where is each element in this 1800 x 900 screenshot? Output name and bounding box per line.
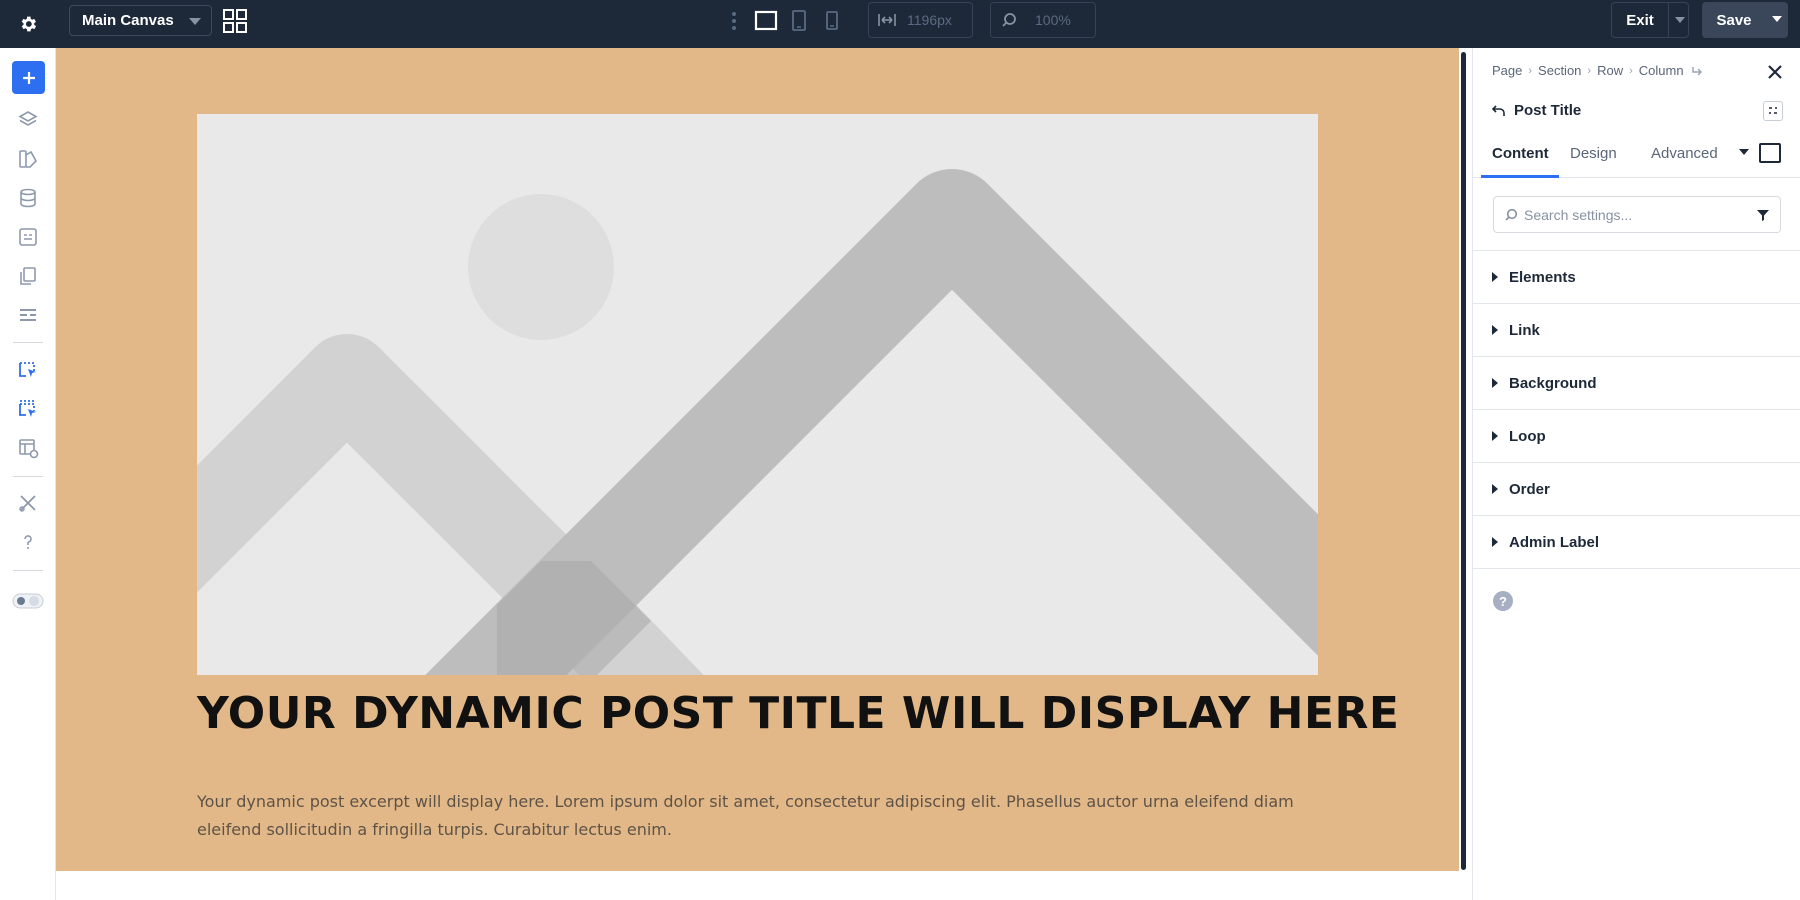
tab-content[interactable]: Content <box>1492 128 1549 178</box>
settings-search-input[interactable] <box>1524 199 1744 230</box>
desktop-view-icon[interactable] <box>754 8 778 34</box>
plus-icon <box>22 71 35 84</box>
save-button-group: Save <box>1702 2 1788 38</box>
tab-dropdown-caret-icon[interactable] <box>1739 149 1749 155</box>
canvas-select-label: Main Canvas <box>82 12 174 29</box>
canvas-select-dropdown[interactable]: Main Canvas <box>69 5 212 36</box>
settings-tabs: Content Design Advanced <box>1481 128 1800 178</box>
help-circle-icon[interactable]: ? <box>1493 591 1513 611</box>
filter-icon[interactable] <box>1756 208 1770 222</box>
save-button[interactable]: Save <box>1702 2 1766 38</box>
settings-group-label: Order <box>1509 480 1550 498</box>
sidebar-divider <box>13 570 43 571</box>
chevron-right-icon: › <box>1587 64 1592 77</box>
database-icon[interactable] <box>16 186 40 210</box>
caret-right-icon <box>1492 378 1498 388</box>
chevron-right-icon: › <box>1528 64 1533 77</box>
module-header: Post Title <box>1492 102 1581 119</box>
page-settings-icon[interactable] <box>16 436 40 460</box>
module-title: Post Title <box>1514 102 1582 119</box>
save-dropdown-toggle[interactable] <box>1766 2 1788 38</box>
settings-group-elements[interactable]: Elements <box>1473 251 1800 304</box>
sidebar-divider <box>13 476 43 477</box>
gear-icon <box>21 16 37 32</box>
settings-gear-button[interactable] <box>0 0 56 48</box>
settings-group-link[interactable]: Link <box>1473 304 1800 357</box>
zoom-value: 100% <box>1035 12 1071 28</box>
structure-icon[interactable] <box>16 303 40 327</box>
module-settings-panel: Page › Section › Row › Column Post Title… <box>1472 48 1800 900</box>
toggle-switch[interactable] <box>12 589 44 613</box>
help-icon[interactable] <box>16 530 40 554</box>
caret-right-icon <box>1492 325 1498 335</box>
caret-right-icon <box>1492 484 1498 494</box>
search-icon <box>1505 208 1518 221</box>
settings-group-label: Background <box>1509 374 1597 392</box>
caret-right-icon <box>1492 431 1498 441</box>
exit-button[interactable]: Exit <box>1612 3 1668 37</box>
canvas-width-field[interactable]: 1196px <box>868 2 973 38</box>
chevron-right-icon: › <box>1629 64 1633 77</box>
multi-select-icon[interactable] <box>16 397 40 421</box>
settings-search-field <box>1493 196 1781 233</box>
caret-right-icon <box>1492 272 1498 282</box>
mountain-landscape-icon <box>197 169 1318 675</box>
caret-right-icon <box>1492 537 1498 547</box>
more-options-icon[interactable] <box>728 9 740 33</box>
tools-icon[interactable] <box>16 491 40 515</box>
builder-canvas: YOUR DYNAMIC POST TITLE WILL DISPLAY HER… <box>56 48 1459 871</box>
canvas-scrollbar[interactable] <box>1461 52 1466 870</box>
breadcrumb-page[interactable]: Page <box>1492 63 1522 78</box>
grid-layout-icon[interactable] <box>222 8 248 34</box>
back-arrow-icon[interactable] <box>1492 104 1506 118</box>
preset-settings-icon[interactable] <box>1763 101 1783 121</box>
settings-group-admin-label[interactable]: Admin Label <box>1473 516 1800 569</box>
settings-group-order[interactable]: Order <box>1473 463 1800 516</box>
layers-icon[interactable] <box>16 108 40 132</box>
expand-panel-icon[interactable] <box>1759 143 1781 163</box>
breadcrumb-section[interactable]: Section <box>1538 63 1581 78</box>
breadcrumb: Page › Section › Row › Column <box>1492 63 1704 78</box>
phone-view-icon[interactable] <box>824 8 840 34</box>
sidebar-divider <box>13 342 43 343</box>
search-icon <box>1002 13 1016 27</box>
width-arrows-icon <box>878 14 896 26</box>
exit-button-group: Exit <box>1611 2 1689 38</box>
image-placeholder[interactable] <box>197 114 1318 675</box>
breadcrumb-column[interactable]: Column <box>1639 63 1684 78</box>
breadcrumb-row[interactable]: Row <box>1597 63 1623 78</box>
tab-advanced[interactable]: Advanced <box>1651 128 1718 178</box>
tablet-view-icon[interactable] <box>790 8 808 34</box>
exit-dropdown-toggle[interactable] <box>1668 3 1689 37</box>
return-arrow-icon[interactable] <box>1690 65 1704 77</box>
settings-group-label: Link <box>1509 321 1540 339</box>
top-toolbar: Main Canvas 1196px 100% Exit Save <box>0 0 1800 48</box>
chevron-down-icon <box>189 18 201 25</box>
tab-design[interactable]: Design <box>1570 128 1617 178</box>
select-element-icon[interactable] <box>16 358 40 382</box>
add-module-button[interactable] <box>12 61 45 94</box>
active-tab-indicator <box>1481 175 1559 178</box>
close-icon[interactable] <box>1766 63 1784 81</box>
settings-group-loop[interactable]: Loop <box>1473 410 1800 463</box>
settings-group-label: Loop <box>1509 427 1546 445</box>
settings-group-label: Admin Label <box>1509 533 1600 551</box>
zoom-field[interactable]: 100% <box>990 2 1096 38</box>
canvas-width-value: 1196px <box>907 12 952 28</box>
left-sidebar <box>0 48 56 900</box>
settings-group-label: Elements <box>1509 268 1576 286</box>
canvas-bottom-area <box>56 871 1472 900</box>
widget-box-icon[interactable] <box>16 225 40 249</box>
pages-icon[interactable] <box>16 264 40 288</box>
settings-group-background[interactable]: Background <box>1473 357 1800 410</box>
post-excerpt-text[interactable]: Your dynamic post excerpt will display h… <box>197 788 1327 844</box>
design-library-icon[interactable] <box>16 147 40 171</box>
post-title-text[interactable]: YOUR DYNAMIC POST TITLE WILL DISPLAY HER… <box>197 688 1399 739</box>
